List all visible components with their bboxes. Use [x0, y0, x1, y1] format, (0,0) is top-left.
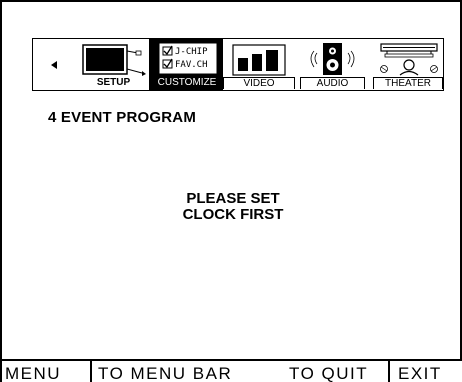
- tab-theater-label: THEATER: [373, 77, 443, 89]
- page-title: 4 EVENT PROGRAM: [48, 109, 197, 126]
- tab-theater[interactable]: THEATER: [373, 39, 443, 90]
- projector-screen-icon: [380, 43, 438, 76]
- checklist-icon: J-CHIP FAV.CH: [158, 42, 218, 75]
- picture-bars-icon: [232, 44, 286, 76]
- triangle-left-icon: [50, 60, 57, 69]
- speaker-icon: [310, 43, 355, 75]
- scroll-left-button[interactable]: [33, 39, 74, 90]
- help-divider: [90, 361, 92, 382]
- customize-icon-text-1: J-CHIP: [175, 47, 208, 57]
- status-message-line-1: PLEASE SET: [186, 190, 280, 207]
- menu-screen: SETUP J-CHIP FAV.CH CUSTOMIZE VIDEO AUDI…: [0, 0, 462, 382]
- menu-tab-bar: SETUP J-CHIP FAV.CH CUSTOMIZE VIDEO AUDI…: [32, 38, 444, 91]
- tab-audio-label: AUDIO: [300, 77, 365, 89]
- help-exit-key[interactable]: EXIT: [398, 361, 442, 382]
- tab-customize[interactable]: J-CHIP FAV.CH CUSTOMIZE: [149, 39, 225, 90]
- tab-setup[interactable]: SETUP: [76, 39, 151, 90]
- help-bar: MENU TO MENU BAR TO QUIT EXIT: [2, 359, 462, 382]
- status-message-line-2: CLOCK FIRST: [182, 206, 284, 223]
- help-to-menu-bar: TO MENU BAR: [98, 364, 233, 382]
- help-to-quit: TO QUIT: [289, 364, 369, 382]
- tab-video-label: VIDEO: [223, 77, 295, 89]
- help-menu-key[interactable]: MENU: [5, 361, 61, 382]
- tv-screen-icon: [82, 44, 146, 76]
- tab-setup-label: SETUP: [96, 77, 131, 88]
- tab-audio[interactable]: AUDIO: [300, 39, 365, 90]
- customize-icon-text-2: FAV.CH: [175, 60, 208, 70]
- help-divider: [388, 361, 390, 382]
- tab-customize-label: CUSTOMIZE: [149, 77, 225, 89]
- tab-video[interactable]: VIDEO: [223, 39, 295, 90]
- status-message: PLEASE SET CLOCK FIRST: [2, 191, 462, 223]
